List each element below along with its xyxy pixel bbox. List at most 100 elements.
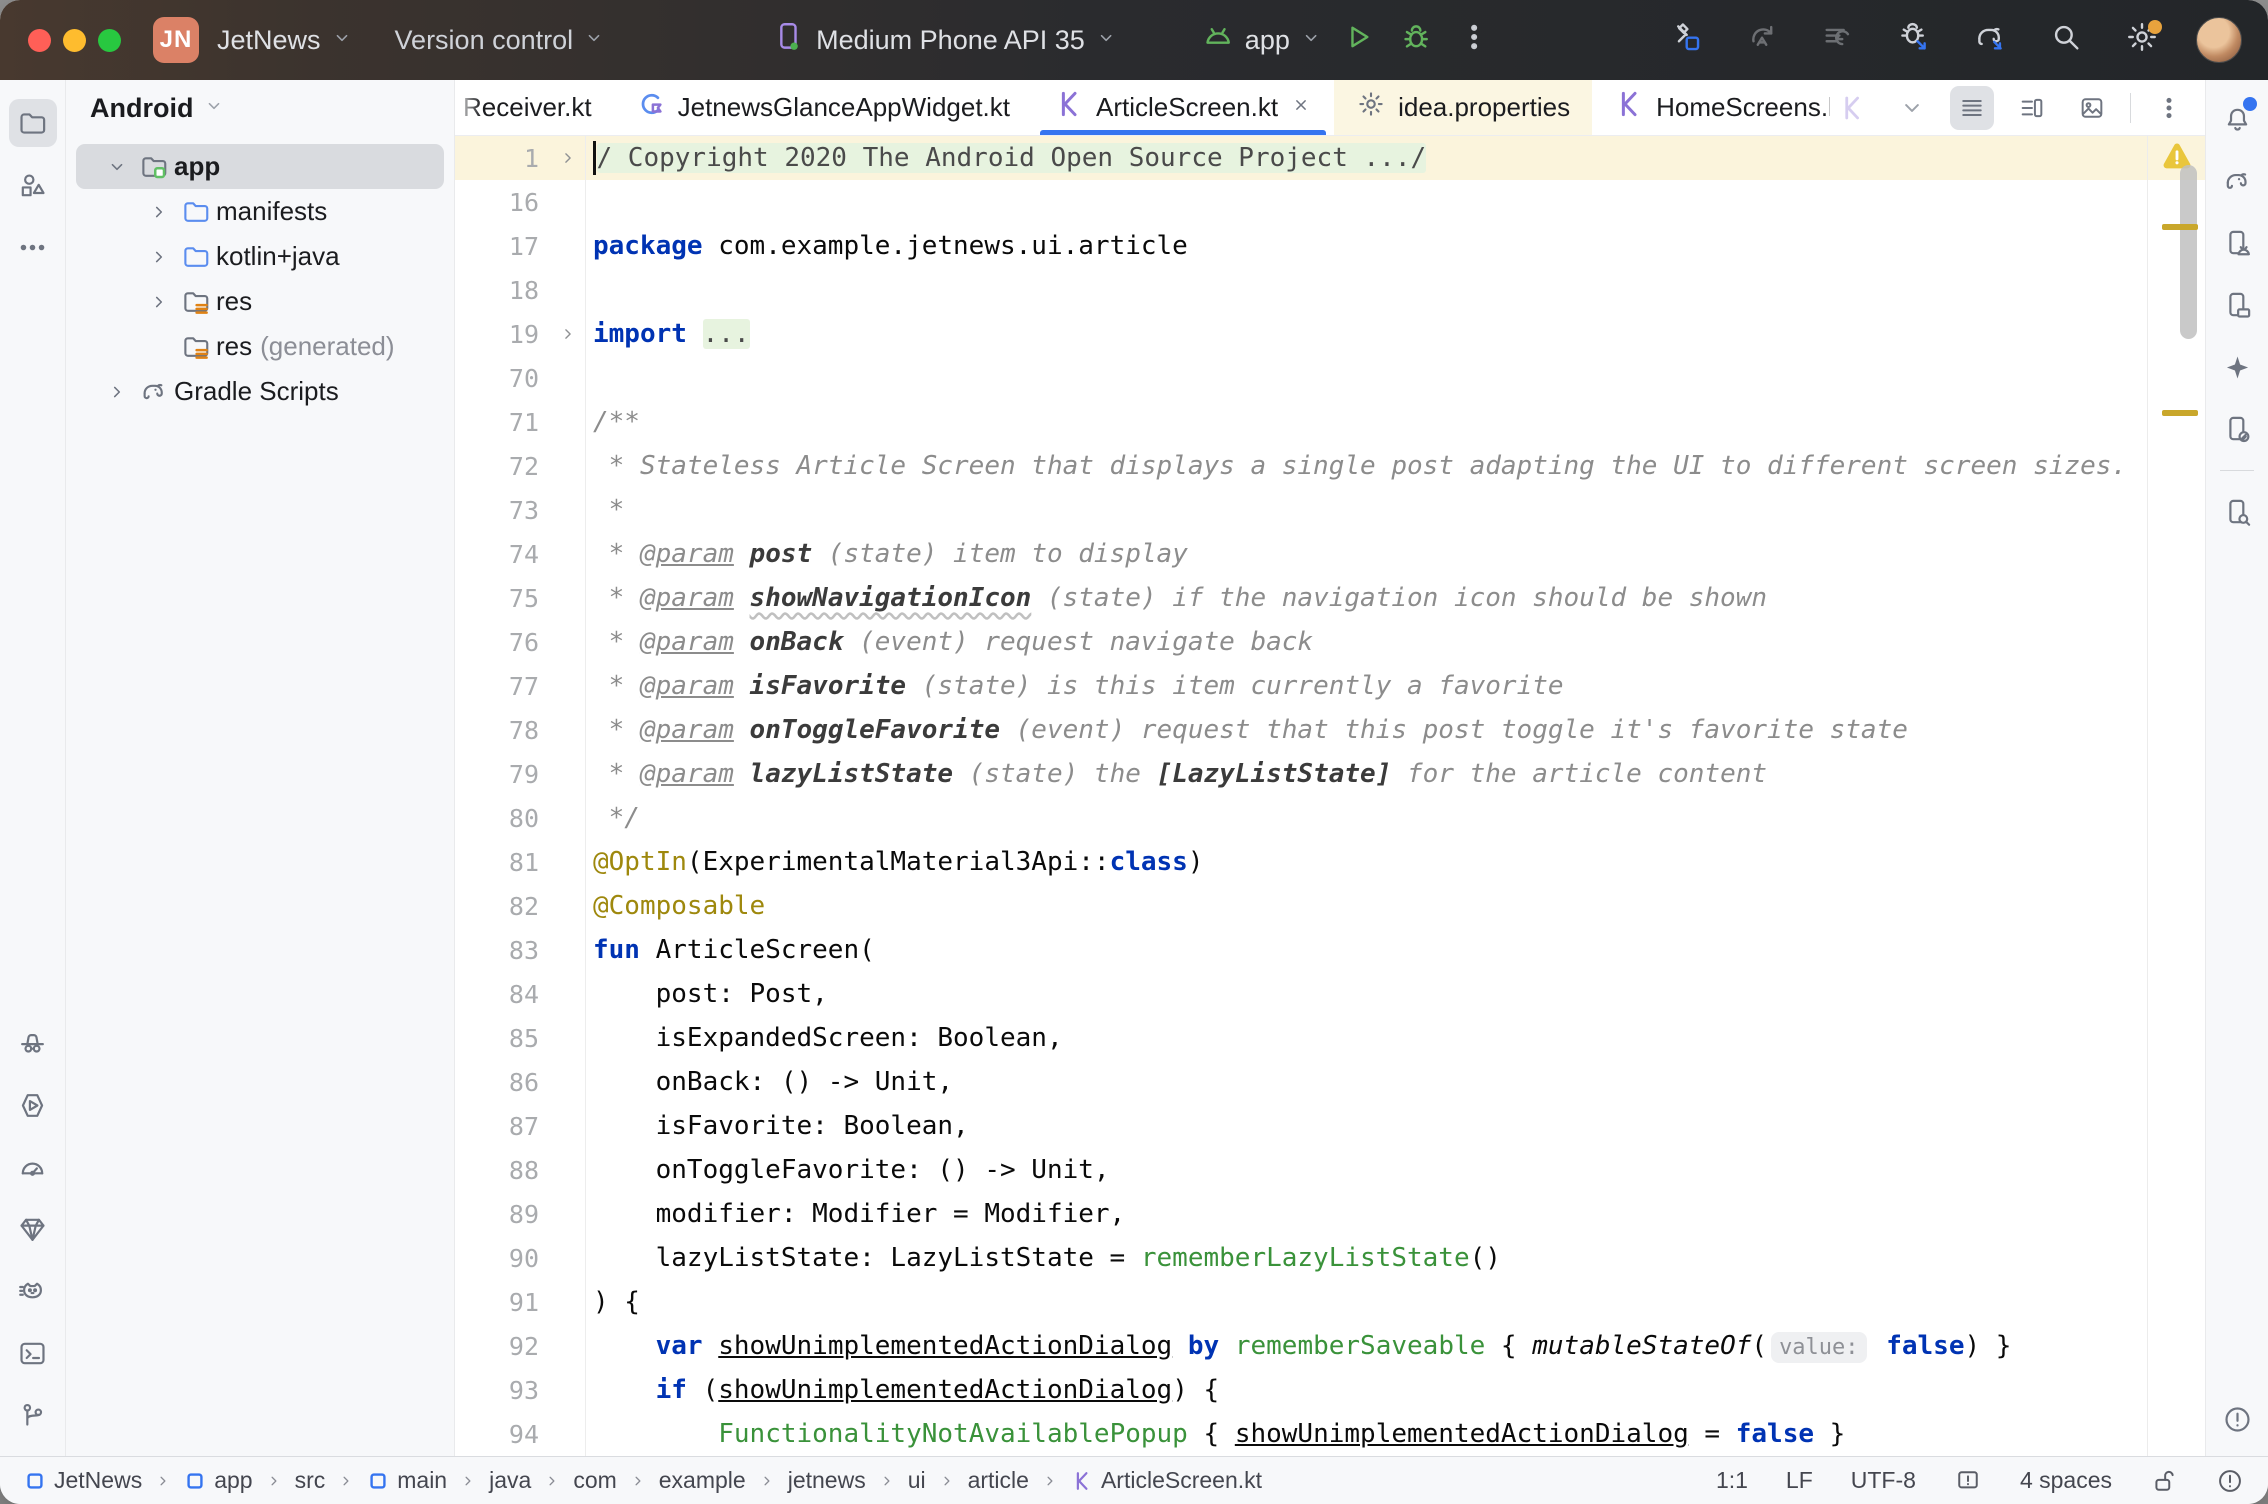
line-number[interactable]: 16 bbox=[455, 188, 551, 217]
code-line[interactable]: 76 * @param onBack (event) request navig… bbox=[455, 620, 2205, 664]
warning-stripe[interactable] bbox=[2162, 224, 2198, 230]
attach-debugger-button[interactable] bbox=[1892, 18, 1936, 62]
code-line[interactable]: 89 modifier: Modifier = Modifier, bbox=[455, 1192, 2205, 1236]
code-line[interactable]: 86 onBack: () -> Unit, bbox=[455, 1060, 2205, 1104]
code-editor[interactable]: 1/ Copyright 2020 The Android Open Sourc… bbox=[455, 136, 2205, 1456]
error-indicator-icon[interactable] bbox=[2216, 1467, 2244, 1495]
breadcrumb-item[interactable]: com bbox=[573, 1467, 616, 1494]
device-selector[interactable]: Medium Phone API 35 bbox=[772, 20, 1117, 61]
chevron-right-icon[interactable] bbox=[142, 291, 176, 313]
status-widget-1-1[interactable]: 1:1 bbox=[1716, 1467, 1748, 1494]
tree-item-res[interactable]: res(generated) bbox=[76, 324, 444, 369]
editor-tab[interactable]: Receiver.kt bbox=[455, 80, 614, 135]
tree-item-app[interactable]: app bbox=[76, 144, 444, 189]
more-tools-button[interactable] bbox=[9, 223, 57, 271]
code-line[interactable]: 1/ Copyright 2020 The Android Open Sourc… bbox=[455, 136, 2205, 180]
line-number[interactable]: 19 bbox=[455, 320, 551, 349]
close-icon[interactable] bbox=[1290, 92, 1312, 123]
status-widget-4-spaces[interactable]: 4 spaces bbox=[2020, 1467, 2112, 1494]
line-number[interactable]: 75 bbox=[455, 584, 551, 613]
breadcrumb-item[interactable]: example bbox=[659, 1467, 746, 1494]
line-number[interactable]: 70 bbox=[455, 364, 551, 393]
editor-tab[interactable]: HomeScreens.kt bbox=[1592, 80, 1830, 135]
code-line[interactable]: 85 isExpandedScreen: Boolean, bbox=[455, 1016, 2205, 1060]
chevron-down-icon[interactable] bbox=[100, 156, 134, 178]
resource-manager-button[interactable] bbox=[9, 161, 57, 209]
breadcrumb-item[interactable]: main bbox=[367, 1467, 447, 1494]
code-line[interactable]: 79 * @param lazyListState (state) the [L… bbox=[455, 752, 2205, 796]
run-button[interactable] bbox=[1336, 18, 1380, 62]
code-line[interactable]: 83fun ArticleScreen( bbox=[455, 928, 2205, 972]
code-line[interactable]: 75 * @param showNavigationIcon (state) i… bbox=[455, 576, 2205, 620]
project-folder-button[interactable] bbox=[9, 99, 57, 147]
line-number[interactable]: 90 bbox=[455, 1244, 551, 1273]
chevron-right-icon[interactable] bbox=[142, 201, 176, 223]
minimize-window-button[interactable] bbox=[63, 29, 86, 52]
code-line[interactable]: 78 * @param onToggleFavorite (event) req… bbox=[455, 708, 2205, 752]
code-line[interactable]: 72 * Stateless Article Screen that displ… bbox=[455, 444, 2205, 488]
tree-item-gradle-scripts[interactable]: Gradle Scripts bbox=[76, 369, 444, 414]
run-with-coverage-button[interactable] bbox=[1816, 18, 1860, 62]
problems-button[interactable] bbox=[2213, 1395, 2261, 1443]
code-line[interactable]: 91) { bbox=[455, 1280, 2205, 1324]
status-widget-lf[interactable]: LF bbox=[1786, 1467, 1813, 1494]
more-actions-button[interactable] bbox=[1452, 18, 1496, 62]
chevron-right-icon[interactable] bbox=[100, 381, 134, 403]
breadcrumb-item[interactable]: ui bbox=[908, 1467, 926, 1494]
unlock-icon[interactable] bbox=[2150, 1467, 2178, 1495]
line-number[interactable]: 83 bbox=[455, 936, 551, 965]
line-number[interactable]: 18 bbox=[455, 276, 551, 305]
gradle-button[interactable] bbox=[2213, 157, 2261, 205]
line-number[interactable]: 85 bbox=[455, 1024, 551, 1053]
hidden-tab-kotlin-icon[interactable] bbox=[1830, 86, 1874, 130]
line-number[interactable]: 91 bbox=[455, 1288, 551, 1317]
logcat-button[interactable] bbox=[9, 1267, 57, 1315]
preview-button[interactable] bbox=[2070, 86, 2114, 130]
gemini-sparkle-button[interactable] bbox=[2213, 343, 2261, 391]
run-services-button[interactable] bbox=[9, 1081, 57, 1129]
line-number[interactable]: 77 bbox=[455, 672, 551, 701]
user-avatar[interactable] bbox=[2196, 17, 2242, 63]
editor-tab[interactable]: idea.properties bbox=[1334, 80, 1592, 135]
vcs-menu[interactable]: Version control bbox=[395, 25, 606, 56]
notifications-bell-button[interactable] bbox=[2213, 95, 2261, 143]
line-number[interactable]: 87 bbox=[455, 1112, 551, 1141]
breadcrumb-item[interactable]: ArticleScreen.kt bbox=[1071, 1467, 1262, 1494]
chevron-right-icon[interactable] bbox=[142, 246, 176, 268]
tab-options-button[interactable] bbox=[2147, 86, 2191, 130]
line-number[interactable]: 89 bbox=[455, 1200, 551, 1229]
code-line[interactable]: 70 bbox=[455, 356, 2205, 400]
code-line[interactable]: 94 FunctionalityNotAvailablePopup { show… bbox=[455, 1412, 2205, 1456]
device-manager-button[interactable] bbox=[2213, 219, 2261, 267]
line-number[interactable]: 93 bbox=[455, 1376, 551, 1405]
fold-chevron-icon[interactable] bbox=[551, 148, 585, 168]
app-inspection-button[interactable] bbox=[2213, 488, 2261, 536]
line-number[interactable]: 79 bbox=[455, 760, 551, 789]
breadcrumb-item[interactable]: article bbox=[968, 1467, 1029, 1494]
fold-chevron-icon[interactable] bbox=[551, 324, 585, 344]
running-devices-button[interactable] bbox=[2213, 281, 2261, 329]
search-everywhere-button[interactable] bbox=[2044, 18, 2088, 62]
code-line[interactable]: 84 post: Post, bbox=[455, 972, 2205, 1016]
code-line[interactable]: 18 bbox=[455, 268, 2205, 312]
close-window-button[interactable] bbox=[28, 29, 51, 52]
line-number[interactable]: 84 bbox=[455, 980, 551, 1009]
code-line[interactable]: 80 */ bbox=[455, 796, 2205, 840]
build-button[interactable] bbox=[1664, 18, 1708, 62]
editor-scrollbar[interactable] bbox=[2180, 165, 2197, 339]
breadcrumb-item[interactable]: java bbox=[489, 1467, 531, 1494]
code-line[interactable]: 92 var showUnimplementedActionDialog by … bbox=[455, 1324, 2205, 1368]
project-view-selector[interactable]: Android bbox=[90, 93, 193, 124]
structure-view-button[interactable] bbox=[2010, 86, 2054, 130]
code-line[interactable]: 93 if (showUnimplementedActionDialog) { bbox=[455, 1368, 2205, 1412]
project-menu[interactable]: JetNews bbox=[217, 25, 353, 56]
hidden-tabs-chevron[interactable] bbox=[1890, 86, 1934, 130]
code-line[interactable]: 73 * bbox=[455, 488, 2205, 532]
code-line[interactable]: 82@Composable bbox=[455, 884, 2205, 928]
app-insights-button[interactable] bbox=[9, 1019, 57, 1067]
gemini-button[interactable] bbox=[9, 1205, 57, 1253]
code-line[interactable]: 17package com.example.jetnews.ui.article bbox=[455, 224, 2205, 268]
list-view-button[interactable] bbox=[1950, 86, 1994, 130]
code-line[interactable]: 19import ... bbox=[455, 312, 2205, 356]
tree-item-res[interactable]: res bbox=[76, 279, 444, 324]
